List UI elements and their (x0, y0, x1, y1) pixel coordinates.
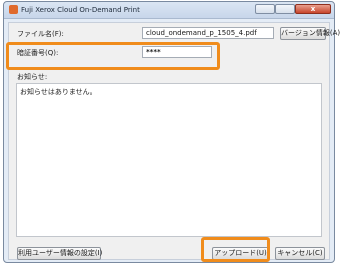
notice-box: お知らせはありません。 (16, 83, 322, 237)
filename-field[interactable]: cloud_ondemand_p_1505_4.pdf (142, 27, 274, 39)
minimize-button[interactable] (255, 4, 275, 14)
version-info-button[interactable]: バージョン情報(A) (280, 27, 340, 40)
close-button[interactable]: x (295, 4, 331, 14)
pin-label: 暗証番号(Q): (17, 49, 59, 57)
printer-app-icon (9, 5, 18, 14)
upload-button[interactable]: アップロード(U) (212, 247, 269, 260)
title-bar[interactable]: Fuji Xerox Cloud On-Demand Print x (4, 2, 334, 19)
window-title: Fuji Xerox Cloud On-Demand Print (21, 6, 140, 14)
notice-label: お知らせ: (17, 73, 48, 81)
filename-label: ファイル名(F): (17, 30, 64, 38)
maximize-button[interactable] (275, 4, 295, 14)
cancel-button[interactable]: キャンセル(C) (275, 247, 325, 260)
pin-input[interactable]: **** (142, 46, 212, 58)
user-settings-button[interactable]: 利用ユーザー情報の設定(I) (17, 247, 102, 260)
app-window: Fuji Xerox Cloud On-Demand Print x ファイル名… (3, 1, 340, 263)
dialog-body: ファイル名(F): cloud_ondemand_p_1505_4.pdf バー… (8, 22, 340, 260)
notice-text: お知らせはありません。 (20, 88, 97, 96)
